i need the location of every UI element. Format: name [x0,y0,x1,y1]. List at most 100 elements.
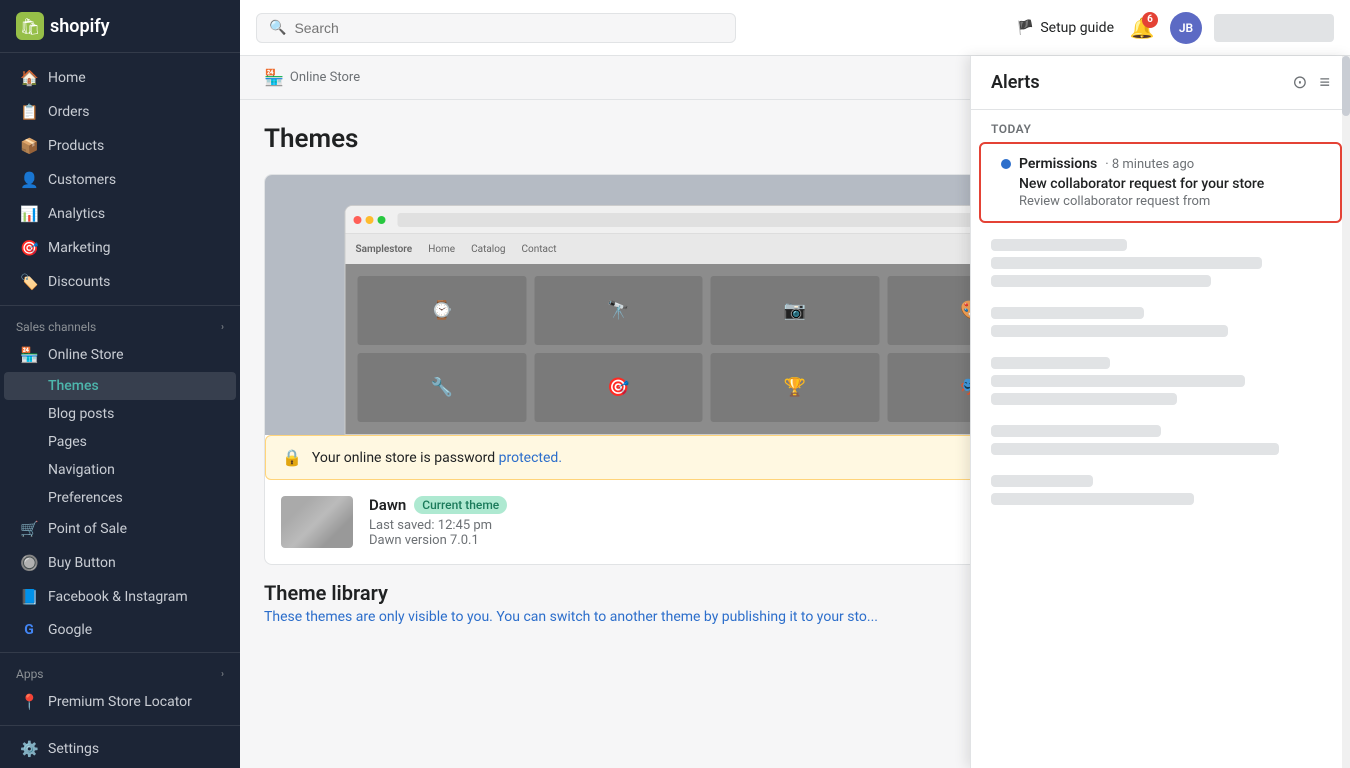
sidebar-item-home[interactable]: 🏠 Home [4,61,236,95]
setup-guide-button[interactable]: 🏴 Setup guide [1017,20,1114,36]
sidebar-item-customers[interactable]: 👤 Customers [4,163,236,197]
sidebar-item-pos[interactable]: 🛒 Point of Sale [4,512,236,546]
apps-section[interactable]: Apps › [0,659,240,685]
sidebar-item-discounts[interactable]: 🏷️ Discounts [4,265,236,299]
pages-label: Pages [48,434,87,450]
discounts-icon: 🏷️ [20,273,38,291]
tool-1: ⌚ [358,276,527,345]
alert-message: New collaborator request for your store [1001,176,1320,192]
alert-item-header: Permissions · 8 minutes ago [1001,156,1320,172]
placeholder-row [991,425,1161,437]
sidebar-item-products[interactable]: 📦 Products [4,129,236,163]
nav-catalog: Catalog [471,244,505,255]
sidebar-item-buy-button[interactable]: 🔘 Buy Button [4,546,236,580]
alert-item-permissions[interactable]: Permissions · 8 minutes ago New collabor… [979,142,1342,223]
sidebar-item-premium-store-locator[interactable]: 📍 Premium Store Locator [4,685,236,719]
sidebar-item-label: Orders [48,104,90,120]
buy-button-icon: 🔘 [20,554,38,572]
sidebar-item-label: Facebook & Instagram [48,589,188,605]
sidebar-sub-item-navigation[interactable]: Navigation [4,456,236,484]
sidebar-item-facebook-instagram[interactable]: 📘 Facebook & Instagram [4,580,236,614]
tool-6: 🔧 [358,353,527,422]
breadcrumb-icon: 🏪 [264,68,284,87]
tool-7: 🎯 [534,353,703,422]
avatar-initials: JB [1179,21,1193,35]
sidebar-sub-item-preferences[interactable]: Preferences [4,484,236,512]
sidebar-item-label: Premium Store Locator [48,694,192,710]
home-icon: 🏠 [20,69,38,87]
sidebar-item-online-store[interactable]: 🏪 Online Store [4,338,236,372]
sidebar-item-label: Analytics [48,206,105,222]
store-name-in-browser: Samplestore [356,244,413,255]
store-locator-icon: 📍 [20,693,38,711]
chevron-right-icon: › [221,322,224,333]
sales-channels-section[interactable]: Sales channels › [0,312,240,338]
notification-badge: 6 [1142,12,1158,28]
sidebar-item-label: Google [48,622,92,638]
tool-3: 📷 [711,276,880,345]
sidebar-item-marketing[interactable]: 🎯 Marketing [4,231,236,265]
sidebar-header: 🛍 shopify [0,0,240,53]
browser-dot-yellow [366,216,374,224]
placeholder-row [991,493,1194,505]
search-bar[interactable]: 🔍 [256,13,736,43]
pos-icon: 🛒 [20,520,38,538]
browser-dot-red [354,216,362,224]
sidebar-divider-1 [0,305,240,306]
navigation-label: Navigation [48,462,115,478]
sidebar-item-google[interactable]: G Google [4,614,236,646]
avatar-button[interactable]: JB [1170,12,1202,44]
menu-icon[interactable]: ≡ [1319,72,1330,93]
notification-button[interactable]: 🔔 6 [1126,12,1158,44]
placeholder-group-1 [991,239,1330,287]
analytics-icon: 📊 [20,205,38,223]
sidebar-item-label: Customers [48,172,116,188]
sidebar-divider-2 [0,652,240,653]
sidebar-sub-item-pages[interactable]: Pages [4,428,236,456]
shopify-logo[interactable]: 🛍 shopify [16,12,110,40]
tool-2: 🔭 [534,276,703,345]
sidebar-item-orders[interactable]: 📋 Orders [4,95,236,129]
store-name-placeholder [1214,14,1334,42]
placeholder-row [991,307,1144,319]
alerts-panel: Alerts ⊙ ≡ TODAY Permissions · 8 minutes… [970,56,1350,768]
placeholder-row [991,393,1177,405]
check-circle-icon[interactable]: ⊙ [1292,72,1307,93]
search-input[interactable] [294,20,723,36]
apps-label: Apps [16,667,44,681]
sidebar-sub-item-blog-posts[interactable]: Blog posts [4,400,236,428]
placeholder-row [991,475,1093,487]
placeholder-group-2 [991,307,1330,337]
topbar: 🔍 🏴 Setup guide 🔔 6 JB [240,0,1350,56]
products-icon: 📦 [20,137,38,155]
placeholder-row [991,239,1127,251]
sales-channels-label: Sales channels [16,320,96,334]
preferences-label: Preferences [48,490,123,506]
sidebar-sub-item-themes[interactable]: Themes [4,372,236,400]
alert-description: Review collaborator request from [1001,194,1320,209]
placeholder-row [991,375,1245,387]
sidebar-item-label: Home [48,70,86,86]
password-link[interactable]: protected. [499,450,562,466]
customers-icon: 👤 [20,171,38,189]
placeholder-row [991,357,1110,369]
sidebar-item-analytics[interactable]: 📊 Analytics [4,197,236,231]
alert-source: Permissions [1019,156,1097,172]
sidebar-item-label: Discounts [48,274,110,290]
alerts-today-label: TODAY [971,110,1350,142]
scrollbar-thumb[interactable] [1342,56,1350,116]
scrollbar-track[interactable] [1342,56,1350,768]
shopify-logo-text: shopify [50,16,110,37]
sidebar-divider-3 [0,725,240,726]
main-wrapper: 🔍 🏴 Setup guide 🔔 6 JB 🏪 Online Store Th… [240,0,1350,768]
theme-thumbnail [281,496,353,548]
sidebar-item-settings[interactable]: ⚙️ Settings [4,732,236,766]
flag-icon: 🏴 [1017,20,1034,36]
nav-contact: Contact [522,244,557,255]
topbar-right: 🏴 Setup guide 🔔 6 JB [1017,12,1334,44]
blog-posts-label: Blog posts [48,406,114,422]
theme-name: Dawn [369,496,406,514]
placeholder-row [991,257,1262,269]
nav-home: Home [428,244,455,255]
placeholder-group-5 [991,475,1330,505]
